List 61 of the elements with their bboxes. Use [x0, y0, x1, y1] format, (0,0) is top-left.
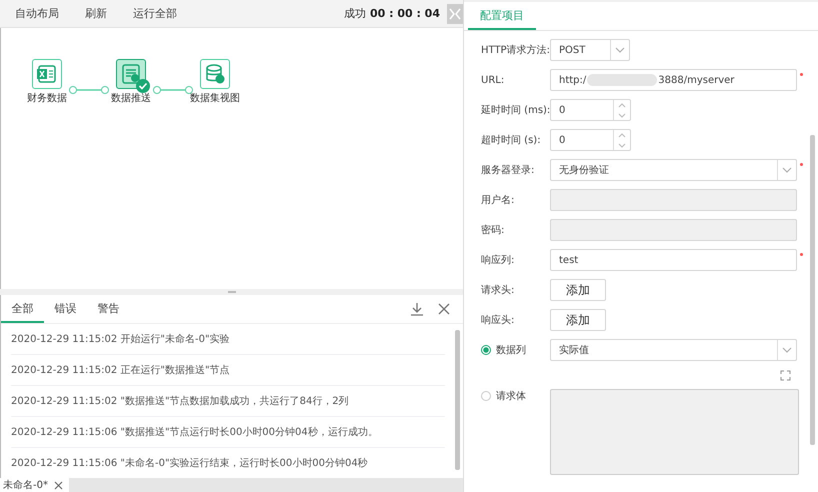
log-tab[interactable]: 错误 — [44, 295, 87, 323]
caret-icon — [782, 347, 792, 353]
field-label: 用户名: — [481, 194, 514, 207]
input-field[interactable] — [550, 219, 797, 241]
field-label: 延时时间 (ms): — [481, 104, 550, 117]
field-label: 请求体 — [496, 390, 526, 403]
log-tab[interactable]: 全部 — [1, 295, 44, 323]
toolbar-button[interactable]: 自动布局 — [6, 6, 68, 22]
download-icon[interactable] — [409, 301, 425, 317]
node-label: 数据集视图 — [190, 92, 240, 106]
log-entry: 2020-12-29 11:15:06 "数据推送"节点运行时长00小时00分钟04秒，运行成功。 — [11, 426, 378, 439]
scrollbar-thumb[interactable] — [455, 330, 460, 470]
field-label: HTTP请求方法: — [481, 44, 550, 57]
database-icon — [204, 63, 226, 86]
url-field[interactable]: http:/ 3888/myserver — [550, 69, 797, 91]
node-label: 数据推送 — [111, 92, 151, 106]
field-label: 请求头: — [481, 284, 514, 297]
flow-node[interactable] — [32, 59, 62, 90]
node-label: 财务数据 — [27, 92, 67, 106]
document-send-icon — [120, 63, 142, 86]
connector-line — [69, 84, 109, 96]
toolbar-button[interactable]: 运行全部 — [124, 6, 186, 22]
log-entry: 2020-12-29 11:15:02 开始运行"未命名-0"实验 — [11, 332, 230, 346]
radio-button[interactable] — [481, 391, 491, 401]
text-area[interactable] — [550, 389, 799, 475]
toolbar-button[interactable]: 刷新 — [76, 6, 116, 22]
expand-icon[interactable] — [780, 370, 791, 380]
log-tab[interactable]: 警告 — [87, 295, 130, 323]
dropdown[interactable]: 无身份验证 — [550, 159, 797, 181]
field-label: 数据列 — [496, 344, 526, 357]
caret-icon — [782, 167, 792, 173]
field-label: 响应头: — [481, 314, 514, 327]
field-label: 响应列: — [481, 254, 514, 267]
close-icon[interactable] — [437, 302, 451, 316]
caret-icon — [615, 47, 625, 53]
field-label: 超时时间 (s): — [481, 134, 541, 147]
log-entry: 2020-12-29 11:15:02 "数据推送"节点数据加载成功，共运行了84行，2列 — [11, 394, 349, 408]
number-field[interactable]: 0 — [550, 99, 631, 121]
log-entry: 2020-12-29 11:15:02 正在运行"数据推送"节点 — [11, 364, 230, 377]
dropdown[interactable]: 实际值 — [550, 339, 797, 361]
close-icon[interactable] — [54, 480, 63, 490]
collapse-icon[interactable] — [447, 4, 463, 24]
number-field[interactable]: 0 — [550, 129, 631, 151]
field-label: 密码: — [481, 224, 504, 237]
document-tab[interactable]: 未命名-0* — [0, 478, 69, 492]
radio-button[interactable] — [481, 345, 491, 355]
add-button[interactable]: 添加 — [550, 309, 606, 331]
run-time: 00 : 00 : 04 — [370, 7, 440, 20]
spreadsheet-icon — [36, 63, 58, 86]
scrollbar-thumb[interactable] — [810, 135, 815, 445]
dropdown[interactable]: POST — [550, 39, 630, 61]
input-field[interactable] — [550, 189, 797, 211]
field-label: URL: — [481, 74, 504, 86]
redacted-area — [587, 74, 658, 86]
run-status: 成功 — [344, 6, 366, 22]
log-entry: 2020-12-29 11:15:06 "未命名-0"实验运行结束，运行时长00小时00分钟04秒 — [11, 456, 368, 470]
flow-node[interactable] — [200, 59, 230, 90]
resize-handle[interactable] — [228, 291, 236, 294]
input-field[interactable]: test — [550, 249, 797, 271]
field-label: 服务器登录: — [481, 164, 534, 177]
add-button[interactable]: 添加 — [550, 279, 606, 301]
